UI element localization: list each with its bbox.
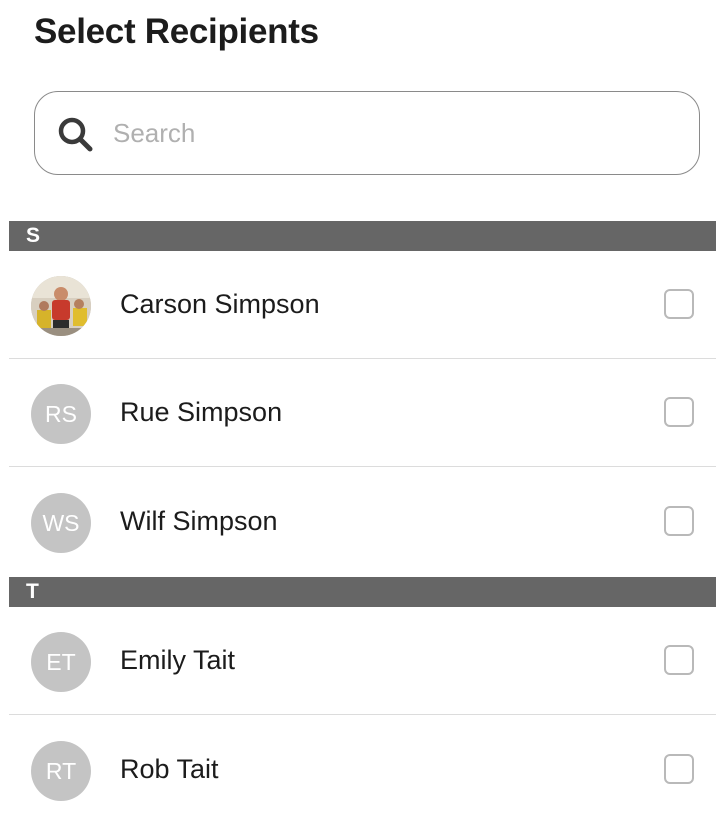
avatar-photo bbox=[31, 276, 91, 336]
avatar-initials: RS bbox=[31, 384, 91, 444]
contact-row[interactable]: RT Rob Tait bbox=[9, 716, 716, 820]
contact-row[interactable]: RS Rue Simpson bbox=[9, 359, 716, 467]
contact-name: Emily Tait bbox=[120, 645, 236, 675]
select-checkbox[interactable] bbox=[664, 645, 694, 675]
contact-row[interactable]: Carson Simpson bbox=[9, 251, 716, 359]
avatar-initials: WS bbox=[31, 493, 91, 553]
contact-row[interactable]: WS Wilf Simpson bbox=[9, 468, 716, 576]
section-header-t: T bbox=[9, 577, 716, 607]
select-checkbox[interactable] bbox=[664, 506, 694, 536]
section-header-s: S bbox=[9, 221, 716, 251]
page-title: Select Recipients bbox=[34, 12, 319, 51]
select-recipients-screen: Select Recipients S Carson Simpson bbox=[0, 0, 716, 820]
search-icon bbox=[58, 117, 93, 152]
select-checkbox[interactable] bbox=[664, 754, 694, 784]
select-checkbox[interactable] bbox=[664, 397, 694, 427]
avatar-initials: RT bbox=[31, 741, 91, 801]
contact-name: Carson Simpson bbox=[120, 289, 320, 319]
search-bar[interactable] bbox=[34, 91, 700, 175]
select-checkbox[interactable] bbox=[664, 289, 694, 319]
contact-row[interactable]: ET Emily Tait bbox=[9, 607, 716, 715]
contact-name: Rob Tait bbox=[120, 754, 219, 784]
search-input[interactable] bbox=[113, 112, 673, 154]
contact-name: Rue Simpson bbox=[120, 397, 283, 427]
contact-name: Wilf Simpson bbox=[120, 506, 278, 536]
avatar-initials: ET bbox=[31, 632, 91, 692]
